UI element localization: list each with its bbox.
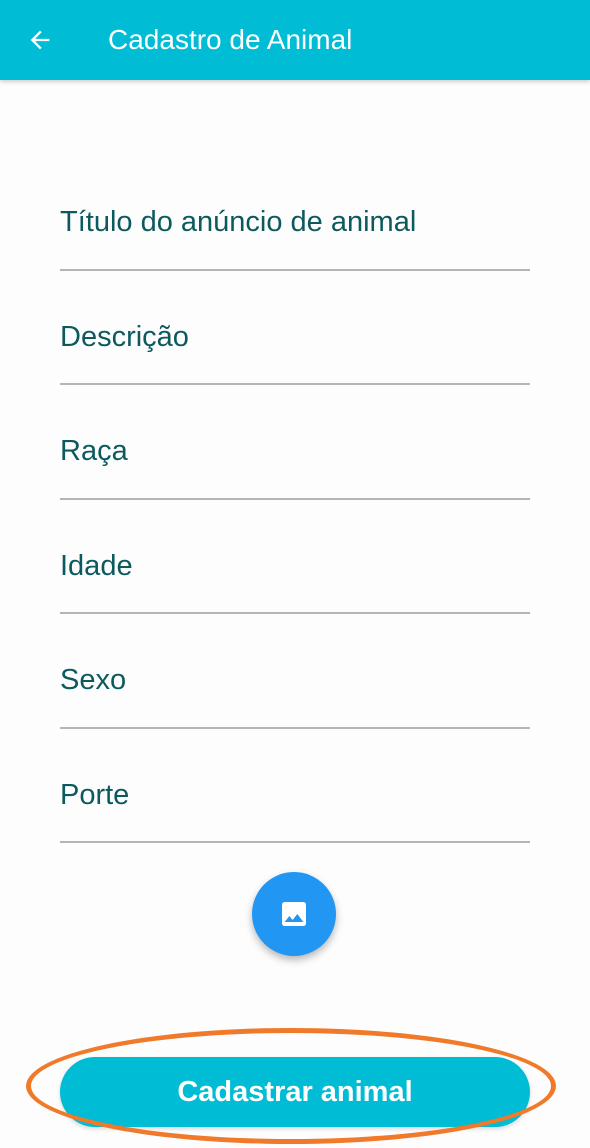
description-input[interactable] [60, 313, 530, 385]
register-animal-button[interactable]: Cadastrar animal [60, 1057, 530, 1127]
field-porte [60, 729, 530, 843]
title-input[interactable] [60, 198, 530, 271]
breed-input[interactable] [60, 427, 530, 500]
age-input[interactable] [60, 542, 530, 614]
field-titulo [60, 156, 530, 271]
size-input[interactable] [60, 771, 530, 843]
sex-input[interactable] [60, 656, 530, 729]
field-raca [60, 385, 530, 500]
page-title: Cadastro de Animal [108, 24, 353, 55]
arrow-left-icon [30, 30, 50, 50]
field-idade [60, 500, 530, 614]
animal-form [60, 156, 530, 843]
app-bar: Cadastro de Animal [0, 0, 590, 80]
add-image-button[interactable] [252, 872, 336, 956]
field-sexo [60, 614, 530, 729]
image-icon [282, 902, 306, 926]
back-button[interactable] [18, 20, 62, 60]
field-descricao [60, 271, 530, 385]
